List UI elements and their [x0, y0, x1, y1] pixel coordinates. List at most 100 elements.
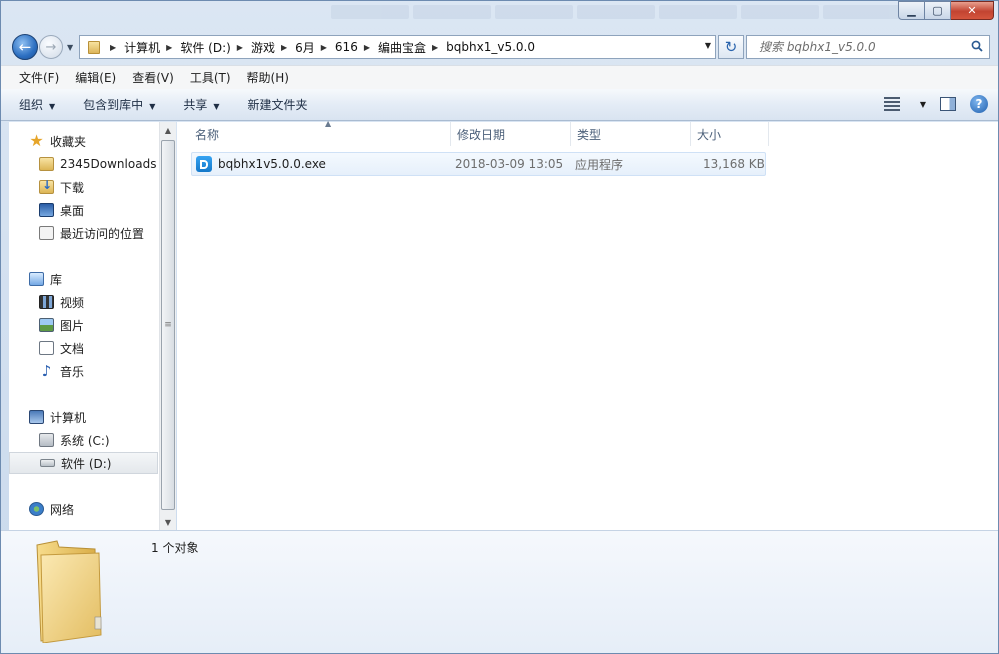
- sidebar-item-label: 2345Downloads: [60, 157, 157, 171]
- menu-view[interactable]: 查看(V): [124, 69, 182, 86]
- sidebar-item-desktop[interactable]: 桌面: [9, 199, 159, 221]
- chevron-down-icon: ▼: [149, 102, 156, 111]
- chevron-down-icon: ▼: [49, 102, 56, 111]
- chevron-right-icon[interactable]: ▶: [166, 43, 172, 52]
- chevron-right-icon[interactable]: ▶: [321, 43, 327, 52]
- arrow-right-icon: →: [45, 39, 57, 55]
- sidebar-item-label: 最近访问的位置: [60, 226, 145, 241]
- sidebar-item-pictures[interactable]: 图片: [9, 314, 159, 336]
- sort-ascending-icon: ▲: [325, 119, 332, 128]
- chevron-right-icon[interactable]: ▶: [110, 43, 116, 52]
- chevron-right-icon[interactable]: ▶: [364, 43, 370, 52]
- breadcrumb-item[interactable]: 游戏: [251, 39, 275, 56]
- navigation-pane: ★ 收藏夹 2345Downloads 下载 桌面 最近访问的位置 库 视频: [9, 122, 159, 530]
- breadcrumb-item[interactable]: 计算机: [124, 39, 160, 56]
- drive-icon: [40, 459, 55, 467]
- navigation-scrollbar[interactable]: ▲ ≡ ▼: [159, 122, 176, 530]
- sidebar-item-music[interactable]: ♪ 音乐: [9, 360, 159, 382]
- search-box[interactable]: [746, 35, 990, 59]
- application-icon: [196, 156, 212, 172]
- sidebar-item-drive-c[interactable]: 系统 (C:): [9, 429, 159, 451]
- sidebar-item-documents[interactable]: 文档: [9, 337, 159, 359]
- include-library-button[interactable]: 包含到库中 ▼: [83, 96, 155, 113]
- library-icon: [29, 272, 44, 286]
- new-folder-button[interactable]: 新建文件夹: [248, 96, 308, 113]
- table-row[interactable]: bqbhx1v5.0.0.exe 2018-03-09 13:05 应用程序 1…: [191, 152, 766, 176]
- sidebar-item-label: 网络: [50, 502, 75, 517]
- view-details-icon[interactable]: [883, 97, 900, 111]
- downloads-folder-icon: [39, 178, 54, 194]
- menu-help[interactable]: 帮助(H): [239, 69, 297, 86]
- window-controls: ▁ ▢ ✕: [898, 1, 994, 20]
- menu-bar: 文件(F) 编辑(E) 查看(V) 工具(T) 帮助(H): [1, 65, 998, 89]
- sidebar-item-favorites[interactable]: ★ 收藏夹: [9, 130, 159, 152]
- details-pane: 1 个对象: [1, 530, 998, 653]
- sidebar-item-label: 视频: [60, 295, 85, 310]
- sidebar-item-computer[interactable]: 计算机: [9, 406, 159, 428]
- sidebar-item-drive-d[interactable]: 软件 (D:): [9, 452, 158, 474]
- address-history-dropdown[interactable]: ▼: [705, 41, 711, 50]
- sidebar-item-label: 收藏夹: [50, 134, 87, 149]
- menu-tools[interactable]: 工具(T): [182, 69, 239, 86]
- organize-button[interactable]: 组织 ▼: [19, 96, 55, 113]
- chevron-right-icon[interactable]: ▶: [237, 43, 243, 52]
- share-button[interactable]: 共享 ▼: [183, 96, 219, 113]
- scroll-up-button[interactable]: ▲: [160, 122, 176, 138]
- breadcrumb-item[interactable]: 616: [335, 40, 358, 54]
- document-icon: [39, 341, 54, 355]
- navigation-row: ← → ▼ ▶ 计算机 ▶ 软件 (D:) ▶ 游戏 ▶ 6月 ▶ 616 ▶ …: [1, 31, 998, 65]
- sidebar-item-label: 库: [50, 272, 63, 287]
- chevron-right-icon[interactable]: ▶: [432, 43, 438, 52]
- address-bar[interactable]: ▶ 计算机 ▶ 软件 (D:) ▶ 游戏 ▶ 6月 ▶ 616 ▶ 编曲宝盒 ▶…: [79, 35, 716, 59]
- view-controls: ▼ ?: [883, 95, 988, 113]
- sidebar-item-label: 桌面: [60, 203, 85, 218]
- breadcrumb-item[interactable]: 6月: [295, 39, 315, 56]
- system-drive-icon: [39, 433, 54, 447]
- maximize-button[interactable]: ▢: [925, 1, 951, 20]
- column-name[interactable]: 名称 ▲: [187, 119, 451, 146]
- menu-file[interactable]: 文件(F): [11, 69, 67, 86]
- item-count: 1 个对象: [151, 541, 199, 555]
- preview-pane-icon[interactable]: [940, 97, 956, 111]
- breadcrumb-item[interactable]: 编曲宝盒: [378, 39, 426, 56]
- search-input[interactable]: [759, 40, 959, 54]
- sidebar-item-libraries[interactable]: 库: [9, 268, 159, 290]
- organize-label: 组织: [19, 98, 44, 112]
- sidebar-item-label: 软件 (D:): [61, 456, 112, 471]
- recent-pages-dropdown[interactable]: ▼: [67, 43, 73, 52]
- refresh-button[interactable]: ↻: [718, 35, 744, 59]
- folder-icon: [39, 157, 54, 171]
- breadcrumb-item[interactable]: 软件 (D:): [180, 39, 230, 56]
- column-modified[interactable]: 修改日期: [449, 122, 571, 146]
- computer-icon: [29, 410, 44, 424]
- folder-icon: [36, 540, 102, 643]
- scroll-thumb[interactable]: ≡: [161, 140, 175, 510]
- sidebar-item-2345downloads[interactable]: 2345Downloads: [9, 153, 159, 175]
- search-icon[interactable]: [971, 40, 983, 52]
- file-name-cell[interactable]: bqbhx1v5.0.0.exe: [196, 153, 326, 175]
- view-options-dropdown[interactable]: ▼: [920, 100, 926, 109]
- chevron-right-icon[interactable]: ▶: [281, 43, 287, 52]
- video-icon: [39, 295, 54, 309]
- arrow-left-icon: ←: [18, 38, 32, 56]
- close-button[interactable]: ✕: [951, 1, 994, 20]
- file-name: bqbhx1v5.0.0.exe: [218, 157, 326, 171]
- chevron-down-icon: ▼: [213, 102, 220, 111]
- scroll-down-button[interactable]: ▼: [160, 514, 176, 530]
- folder-icon: [88, 40, 100, 54]
- sidebar-item-label: 图片: [60, 318, 85, 333]
- column-size[interactable]: 大小: [689, 122, 769, 146]
- breadcrumb-item-current[interactable]: bqbhx1_v5.0.0: [446, 40, 535, 54]
- sidebar-item-videos[interactable]: 视频: [9, 291, 159, 313]
- sidebar-item-network[interactable]: 网络: [9, 498, 159, 520]
- help-icon[interactable]: ?: [970, 95, 988, 113]
- menu-edit[interactable]: 编辑(E): [67, 69, 124, 86]
- back-button[interactable]: ←: [12, 34, 38, 60]
- forward-button[interactable]: →: [39, 35, 63, 59]
- sidebar-item-recent-places[interactable]: 最近访问的位置: [9, 222, 159, 244]
- sidebar-item-downloads[interactable]: 下载: [9, 176, 159, 198]
- file-type: 应用程序: [575, 157, 624, 172]
- breadcrumb: ▶ 计算机 ▶ 软件 (D:) ▶ 游戏 ▶ 6月 ▶ 616 ▶ 编曲宝盒 ▶…: [106, 39, 537, 56]
- column-type[interactable]: 类型: [569, 122, 691, 146]
- minimize-button[interactable]: ▁: [898, 1, 925, 20]
